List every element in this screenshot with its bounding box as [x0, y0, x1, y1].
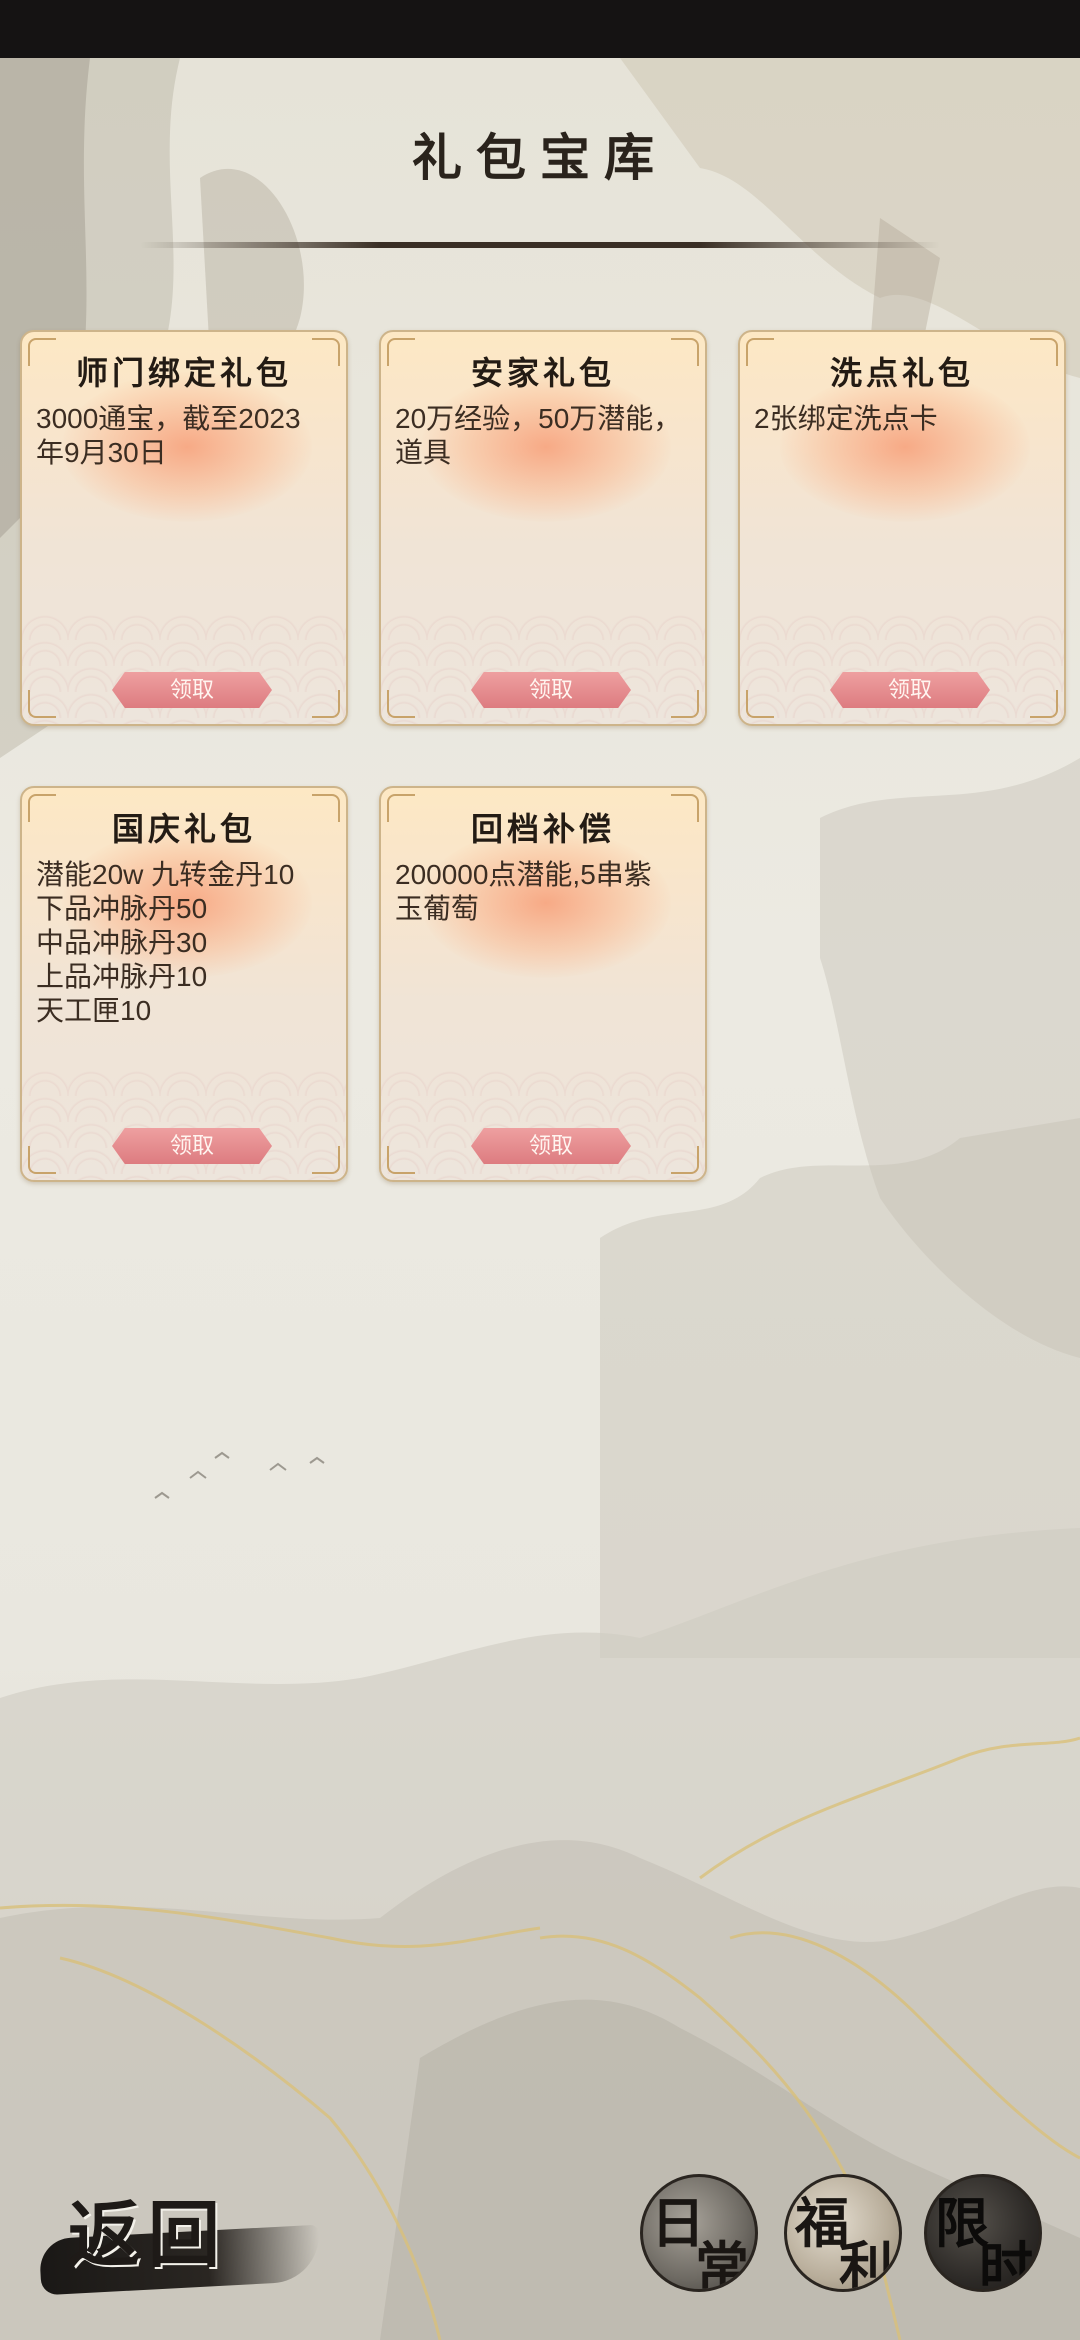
corner-ornament — [671, 1146, 699, 1174]
corner-ornament — [312, 1146, 340, 1174]
gift-card-anjia: 安家礼包 20万经验，50万潜能， 道具 领取 — [379, 330, 707, 726]
corner-ornament — [671, 690, 699, 718]
page-title: 礼包宝库 — [412, 128, 668, 187]
claim-button[interactable]: 领取 — [471, 1128, 631, 1164]
daily-button[interactable]: 日 常 — [640, 2174, 758, 2292]
gift-card-huidang: 回档补偿 200000点潜能,5串紫 玉葡萄 领取 — [379, 786, 707, 1182]
corner-ornament — [746, 690, 774, 718]
claim-button[interactable]: 领取 — [471, 672, 631, 708]
welfare-char-bottom: 利 — [839, 2235, 893, 2292]
corner-ornament — [28, 690, 56, 718]
welfare-button[interactable]: 福 利 — [784, 2174, 902, 2292]
card-description: 200000点潜能,5串紫 玉葡萄 — [395, 859, 652, 924]
claim-button[interactable]: 领取 — [112, 1128, 272, 1164]
card-title: 师门绑定礼包 — [75, 354, 292, 392]
corner-ornament — [1030, 690, 1058, 718]
card-title: 安家礼包 — [470, 354, 615, 392]
daily-char-bottom: 常 — [695, 2235, 749, 2292]
card-title: 洗点礼包 — [829, 354, 974, 392]
title-divider — [140, 242, 940, 248]
card-description: 3000通宝，截至2023 年9月30日 — [36, 403, 301, 468]
card-title: 回档补偿 — [470, 810, 615, 848]
claim-button[interactable]: 领取 — [830, 672, 990, 708]
corner-ornament — [312, 690, 340, 718]
card-description: 20万经验，50万潜能， 道具 — [395, 403, 682, 468]
back-label: 返回 — [68, 2192, 229, 2277]
corner-ornament — [387, 690, 415, 718]
corner-ornament — [28, 1146, 56, 1174]
limited-char-bottom: 时 — [979, 2235, 1033, 2292]
card-title: 国庆礼包 — [111, 810, 256, 848]
corner-ornament — [387, 1146, 415, 1174]
claim-button[interactable]: 领取 — [112, 672, 272, 708]
limited-time-button[interactable]: 限 时 — [924, 2174, 1042, 2292]
card-description: 潜能20w 九转金丹10 下品冲脉丹50 中品冲脉丹30 上品冲脉丹10 天工匣… — [36, 859, 295, 1026]
card-description: 2张绑定洗点卡 — [754, 403, 938, 434]
gift-card-xidian: 洗点礼包 2张绑定洗点卡 领取 — [738, 330, 1066, 726]
status-bar — [0, 0, 1080, 58]
sun-decoration — [780, 372, 1030, 522]
back-button[interactable]: 返回 — [38, 2176, 340, 2296]
gift-card-shimen: 师门绑定礼包 3000通宝，截至2023 年9月30日 领取 — [20, 330, 348, 726]
gift-card-guoqing: 国庆礼包 潜能20w 九转金丹10 下品冲脉丹50 中品冲脉丹30 上品冲脉丹1… — [20, 786, 348, 1182]
